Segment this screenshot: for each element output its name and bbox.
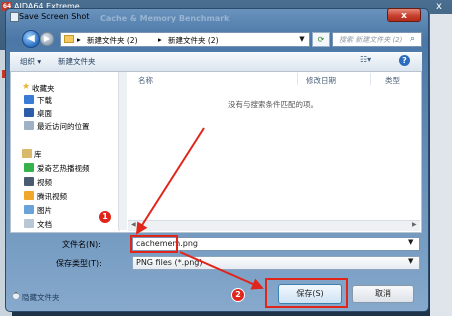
annotation-arrows bbox=[135, 127, 264, 290]
arrow-to-save bbox=[179, 251, 264, 290]
arrow-to-filename bbox=[135, 127, 205, 235]
